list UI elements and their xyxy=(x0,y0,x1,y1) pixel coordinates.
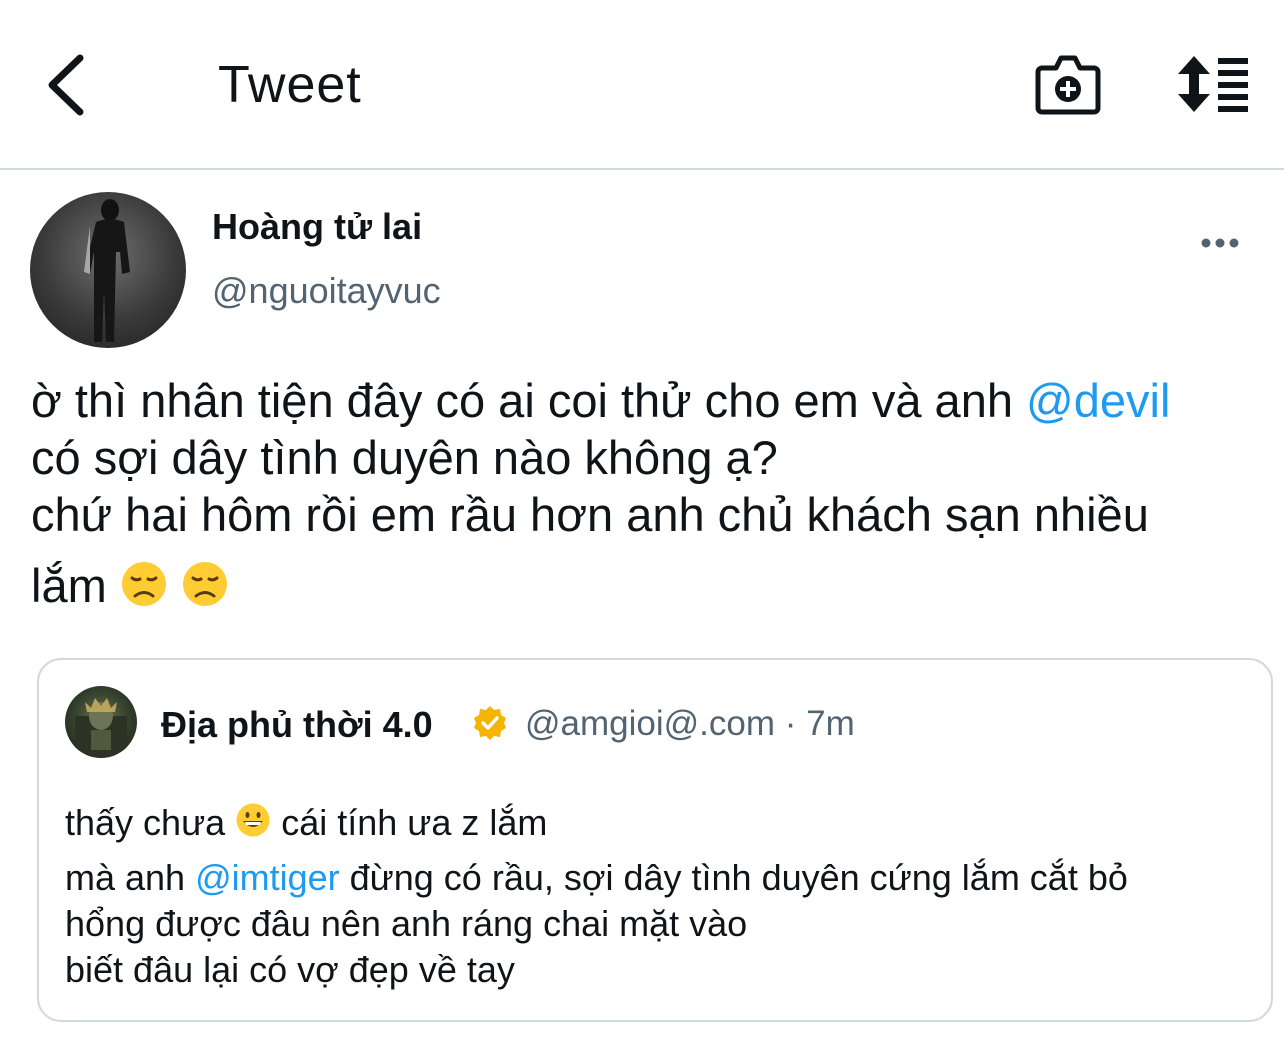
more-options-button[interactable] xyxy=(1196,226,1244,260)
tweet-line-1: ờ thì nhân tiện đây có ai coi thử cho em… xyxy=(31,372,1261,429)
quoted-text-segment: mà anh xyxy=(65,856,196,898)
tweet-line-4: lắm xyxy=(31,557,1261,620)
author-name[interactable]: Hoàng tử lai xyxy=(212,206,422,248)
mention-link[interactable]: @devil xyxy=(1026,374,1170,427)
top-bar: Tweet xyxy=(0,0,1284,170)
disappointed-face-emoji xyxy=(120,560,168,620)
page-title: Tweet xyxy=(218,56,362,114)
quoted-tweet[interactable]: Địa phủ thời 4.0 @amgioi@.com · 7m thấy … xyxy=(37,658,1273,1022)
quoted-author-handle[interactable]: @amgioi@.com xyxy=(525,704,775,743)
more-dots-icon xyxy=(1201,238,1239,248)
sort-button[interactable] xyxy=(1174,54,1252,114)
back-button[interactable] xyxy=(40,50,100,120)
quoted-text-segment: cái tính ưa z lắm xyxy=(271,802,548,843)
sort-list-icon xyxy=(1178,56,1248,112)
tweet-line-2: có sợi dây tình duyên nào không ạ? xyxy=(31,431,778,484)
camera-plus-icon xyxy=(1035,55,1101,115)
quoted-author-name[interactable]: Địa phủ thời 4.0 xyxy=(161,704,433,746)
disappointed-face-emoji xyxy=(181,560,229,620)
quoted-text-segment: đừng có rầu, sợi dây tình duyên cứng lắm… xyxy=(339,856,1128,898)
quoted-meta: @amgioi@.com · 7m xyxy=(525,704,855,744)
quoted-time[interactable]: 7m xyxy=(806,704,855,743)
camera-button[interactable] xyxy=(1034,52,1102,116)
mention-link[interactable]: @imtiger xyxy=(195,857,340,898)
quoted-avatar[interactable] xyxy=(65,686,137,758)
quoted-line-3: hổng được đâu nên anh ráng chai mặt vào xyxy=(65,902,748,944)
tweet-text-segment: ờ thì nhân tiện đây có ai coi thử cho em… xyxy=(31,374,1027,427)
tweet-text: ờ thì nhân tiện đây có ai coi thử cho em… xyxy=(31,372,1261,620)
quoted-text-segment: thấy chưa xyxy=(65,802,236,843)
chevron-left-icon xyxy=(48,54,84,116)
quoted-line-4: biết đâu lại có vợ đẹp về tay xyxy=(65,948,515,990)
verified-badge-icon xyxy=(471,704,509,742)
quoted-line-1: thấy chưa cái tính ưa z lắm xyxy=(65,800,1245,849)
quoted-avatar-photo xyxy=(75,698,127,758)
meta-separator: · xyxy=(775,704,807,743)
author-handle[interactable]: @nguoitayvuc xyxy=(212,270,441,312)
grinning-face-emoji xyxy=(235,802,271,849)
avatar-photo xyxy=(84,199,130,342)
avatar[interactable] xyxy=(30,192,186,348)
tweet-text-segment: lắm xyxy=(31,559,120,612)
quoted-text: thấy chưa cái tính ưa z lắm mà anh @imti… xyxy=(65,800,1245,993)
quoted-line-2: mà anh @imtiger đừng có rầu, sợi dây tìn… xyxy=(65,855,1245,901)
tweet-line-3: chứ hai hôm rồi em rầu hơn anh chủ khách… xyxy=(31,488,1149,541)
